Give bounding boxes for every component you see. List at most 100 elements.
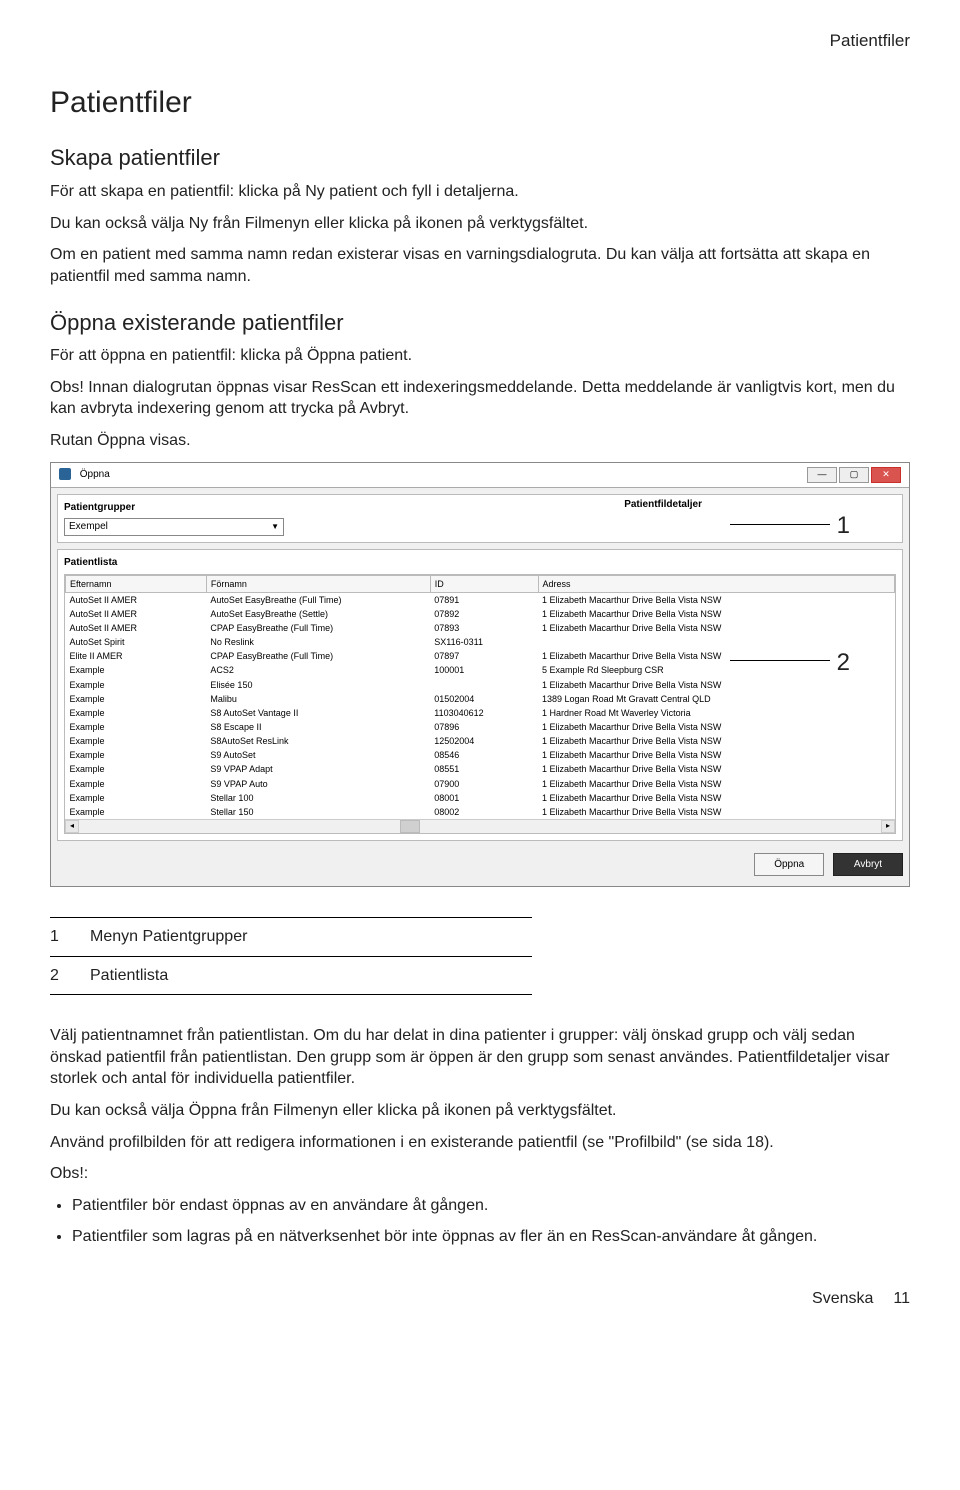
minimize-button[interactable]: — [807, 467, 837, 483]
table-row[interactable]: ExampleS9 VPAP Adapt085511 Elizabeth Mac… [66, 762, 895, 776]
table-row[interactable]: AutoSet II AMERAutoSet EasyBreathe (Full… [66, 592, 895, 607]
table-cell: 07893 [430, 621, 538, 635]
table-cell: 1 Elizabeth Macarthur Drive Bella Vista … [538, 748, 894, 762]
running-header: Patientfiler [50, 30, 910, 53]
group-dropdown[interactable]: Exempel ▼ [64, 518, 284, 536]
table-header-row[interactable]: Efternamn Förnamn ID Adress [66, 575, 895, 592]
table-cell: No Reslink [206, 635, 430, 649]
dialog-oppna: Öppna — ▢ ✕ Patientgrupper Exempel ▼ Pat… [50, 462, 910, 888]
callout-line [730, 660, 830, 661]
patient-table-wrap: Efternamn Förnamn ID Adress AutoSet II A… [64, 574, 896, 834]
table-cell: SX116-0311 [430, 635, 538, 649]
scroll-left-icon[interactable]: ◂ [65, 820, 79, 833]
footer-page-number: 11 [893, 1288, 910, 1310]
close-button[interactable]: ✕ [871, 467, 901, 483]
table-cell: AutoSet EasyBreathe (Settle) [206, 607, 430, 621]
legend-row: 2 Patientlista [50, 956, 532, 996]
legend-row: 1 Menyn Patientgrupper [50, 917, 532, 956]
cancel-button[interactable]: Avbryt [833, 853, 903, 877]
table-cell: Elite II AMER [66, 649, 207, 663]
list-label: Patientlista [64, 556, 896, 570]
groups-label: Patientgrupper [64, 501, 896, 515]
table-cell: AutoSet II AMER [66, 607, 207, 621]
open-button[interactable]: Öppna [754, 853, 824, 877]
paragraph: För att öppna en patientfil: klicka på Ö… [50, 345, 910, 367]
table-cell: 1 Elizabeth Macarthur Drive Bella Vista … [538, 734, 894, 748]
table-row[interactable]: AutoSet II AMERAutoSet EasyBreathe (Sett… [66, 607, 895, 621]
table-cell: 07900 [430, 777, 538, 791]
table-cell: CPAP EasyBreathe (Full Time) [206, 649, 430, 663]
table-cell: 1 Elizabeth Macarthur Drive Bella Vista … [538, 607, 894, 621]
maximize-button[interactable]: ▢ [839, 467, 869, 483]
table-cell: 1 Elizabeth Macarthur Drive Bella Vista … [538, 762, 894, 776]
chevron-down-icon: ▼ [271, 522, 279, 533]
table-cell: Example [66, 791, 207, 805]
table-row[interactable]: ExampleS8 Escape II078961 Elizabeth Maca… [66, 720, 895, 734]
table-cell: 08551 [430, 762, 538, 776]
table-cell: 100001 [430, 663, 538, 677]
table-cell: Example [66, 762, 207, 776]
legend-text: Patientlista [90, 965, 168, 987]
table-cell: S9 VPAP Auto [206, 777, 430, 791]
table-row[interactable]: ExampleACS21000015 Example Rd Sleepburg … [66, 663, 895, 677]
paragraph: För att skapa en patientfil: klicka på N… [50, 181, 910, 203]
table-cell: Example [66, 678, 207, 692]
table-cell: 08546 [430, 748, 538, 762]
col-lastname[interactable]: Efternamn [66, 575, 207, 592]
section-skapa-title: Skapa patientfiler [50, 143, 910, 173]
table-cell: S8AutoSet ResLink [206, 734, 430, 748]
table-row[interactable]: ExampleElisée 150 1 Elizabeth Macarthur D… [66, 678, 895, 692]
group-dropdown-value: Exempel [69, 520, 108, 534]
patient-table[interactable]: Efternamn Förnamn ID Adress AutoSet II A… [65, 575, 895, 834]
paragraph: Använd profilbilden för att redigera inf… [50, 1132, 910, 1154]
app-icon [59, 468, 71, 480]
table-row[interactable]: AutoSet II AMERCPAP EasyBreathe (Full Ti… [66, 621, 895, 635]
col-address[interactable]: Adress [538, 575, 894, 592]
paragraph: Obs! Innan dialogrutan öppnas visar ResS… [50, 377, 910, 420]
scroll-thumb[interactable] [400, 820, 420, 833]
table-cell: AutoSet II AMER [66, 592, 207, 607]
table-cell: 08002 [430, 805, 538, 819]
table-cell: 1389 Logan Road Mt Gravatt Central QLD [538, 692, 894, 706]
table-row[interactable]: ExampleS8AutoSet ResLink125020041 Elizab… [66, 734, 895, 748]
table-cell: 07891 [430, 592, 538, 607]
scroll-track[interactable] [79, 820, 881, 833]
horizontal-scrollbar[interactable]: ◂ ▸ [65, 819, 895, 833]
table-cell: Elisée 150 [206, 678, 430, 692]
table-row[interactable]: ExampleS9 AutoSet085461 Elizabeth Macart… [66, 748, 895, 762]
col-id[interactable]: ID [430, 575, 538, 592]
scroll-right-icon[interactable]: ▸ [881, 820, 895, 833]
table-row[interactable]: Elite II AMERCPAP EasyBreathe (Full Time… [66, 649, 895, 663]
table-cell: 01502004 [430, 692, 538, 706]
table-cell: 1 Elizabeth Macarthur Drive Bella Vista … [538, 678, 894, 692]
window-title: Öppna [80, 469, 110, 480]
table-row[interactable]: ExampleStellar 100080011 Elizabeth Macar… [66, 791, 895, 805]
table-cell: S8 Escape II [206, 720, 430, 734]
table-cell: 1 Elizabeth Macarthur Drive Bella Vista … [538, 592, 894, 607]
table-cell: CPAP EasyBreathe (Full Time) [206, 621, 430, 635]
table-cell: Example [66, 805, 207, 819]
table-cell: 1103040612 [430, 706, 538, 720]
table-row[interactable]: AutoSet SpiritNo ReslinkSX116-0311 [66, 635, 895, 649]
table-row[interactable]: ExampleMalibu015020041389 Logan Road Mt … [66, 692, 895, 706]
table-row[interactable]: ExampleS9 VPAP Auto079001 Elizabeth Maca… [66, 777, 895, 791]
col-firstname[interactable]: Förnamn [206, 575, 430, 592]
table-cell: Example [66, 777, 207, 791]
list-item: Patientfiler som lagras på en nätverksen… [72, 1226, 910, 1248]
table-cell: Malibu [206, 692, 430, 706]
table-cell: 1 Elizabeth Macarthur Drive Bella Vista … [538, 805, 894, 819]
table-cell: ACS2 [206, 663, 430, 677]
callout-2: 2 [837, 647, 850, 679]
table-cell: 1 Hardner Road Mt Waverley Victoria [538, 706, 894, 720]
table-cell: 1 Elizabeth Macarthur Drive Bella Vista … [538, 777, 894, 791]
footer-language: Svenska [812, 1288, 873, 1310]
table-row[interactable]: ExampleStellar 150080021 Elizabeth Macar… [66, 805, 895, 819]
list-panel: Patientlista Efternamn Förnamn ID Adress… [57, 549, 903, 841]
table-cell: Example [66, 720, 207, 734]
table-row[interactable]: ExampleS8 AutoSet Vantage II11030406121 … [66, 706, 895, 720]
table-cell: AutoSet EasyBreathe (Full Time) [206, 592, 430, 607]
legend-table: 1 Menyn Patientgrupper 2 Patientlista [50, 917, 532, 995]
table-cell: Example [66, 734, 207, 748]
table-cell: 07897 [430, 649, 538, 663]
table-cell: S8 AutoSet Vantage II [206, 706, 430, 720]
